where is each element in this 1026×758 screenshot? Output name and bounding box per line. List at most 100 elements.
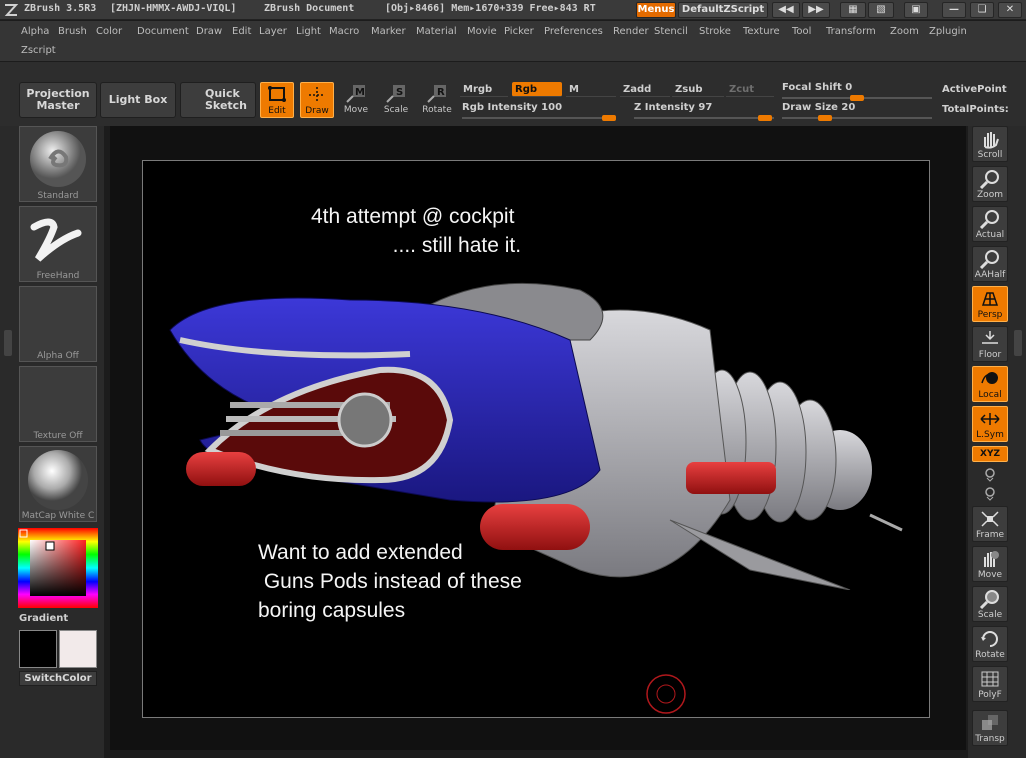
switch-color-button[interactable]: SwitchColor [19, 671, 97, 686]
primary-color-swatch[interactable] [19, 630, 57, 668]
lsym-button[interactable]: L.Sym [972, 406, 1008, 442]
light-box-button[interactable]: Light Box [100, 82, 176, 118]
texture-selector[interactable]: Texture Off [19, 366, 97, 442]
zadd-toggle[interactable]: Zadd [620, 82, 670, 97]
menu-light[interactable]: Light [295, 23, 322, 41]
persp-button[interactable]: Persp [972, 286, 1008, 322]
move-mode-button[interactable]: M Move [339, 82, 373, 118]
menu-tool[interactable]: Tool [791, 23, 812, 41]
floor-button[interactable]: Floor [972, 326, 1008, 362]
frame-button[interactable]: Frame [972, 506, 1008, 542]
menu-movie[interactable]: Movie [466, 23, 498, 41]
menu-layer[interactable]: Layer [258, 23, 288, 41]
layout-icon[interactable]: ▦ [840, 2, 866, 18]
zoom-button[interactable]: Zoom [972, 166, 1008, 202]
scale-mode-button[interactable]: S Scale [379, 82, 413, 118]
rotate-mode-button[interactable]: R Rotate [420, 82, 454, 118]
m-toggle[interactable]: M [566, 82, 616, 97]
gradient-toggle[interactable]: Gradient [19, 613, 68, 624]
minimize-icon[interactable]: — [942, 2, 966, 18]
rgb-intensity-slider[interactable]: Rgb Intensity 100 [462, 101, 616, 121]
rotate-hand-icon [981, 631, 998, 647]
rotation-axis-icons[interactable] [982, 465, 998, 501]
scale-view-button[interactable]: Scale [972, 586, 1008, 622]
menu-alpha[interactable]: Alpha [20, 23, 50, 41]
local-button[interactable]: Local [972, 366, 1008, 402]
z-intensity-slider[interactable]: Z Intensity 97 [634, 101, 774, 121]
rewind-icon[interactable]: ◀◀ [772, 2, 800, 18]
draw-size-knob[interactable] [818, 115, 832, 121]
menu-stroke[interactable]: Stroke [698, 23, 732, 41]
menu-color[interactable]: Color [95, 23, 123, 41]
forward-icon[interactable]: ▶▶ [802, 2, 830, 18]
brush-name: Standard [37, 191, 79, 201]
draw-icon [309, 87, 325, 103]
hand-icon [984, 132, 999, 149]
menu-render[interactable]: Render [612, 23, 650, 41]
magnifier-plus-icon [979, 170, 999, 189]
move-hand-icon [984, 551, 999, 567]
menu-zplugin[interactable]: Zplugin [928, 23, 968, 41]
menu-draw[interactable]: Draw [195, 23, 223, 41]
right-tray-handle[interactable] [1014, 330, 1022, 356]
rgb-intensity-label: Rgb Intensity 100 [462, 102, 563, 113]
rgb-intensity-knob[interactable] [602, 115, 616, 121]
menu-transform[interactable]: Transform [825, 23, 877, 41]
aahalf-button[interactable]: AAHalf [972, 246, 1008, 282]
mrgb-toggle[interactable]: Mrgb [460, 82, 508, 97]
rgb-toggle[interactable]: Rgb [512, 82, 562, 97]
menu-document[interactable]: Document [136, 23, 190, 41]
draw-size-slider[interactable]: Draw Size 20 [782, 101, 932, 121]
rotate-view-button[interactable]: Rotate [972, 626, 1008, 662]
menu-marker[interactable]: Marker [370, 23, 407, 41]
color-picker[interactable] [18, 528, 98, 608]
menu-picker[interactable]: Picker [503, 23, 535, 41]
secondary-color-swatch[interactable] [59, 630, 97, 668]
menu-edit[interactable]: Edit [231, 23, 252, 41]
memory-stats: [Obj▸8466] Mem▸1670+339 Free▸843 RT [385, 3, 596, 14]
menu-zoom[interactable]: Zoom [889, 23, 920, 41]
menu-material[interactable]: Material [415, 23, 458, 41]
menu-texture[interactable]: Texture [742, 23, 781, 41]
menu-brush[interactable]: Brush [57, 23, 88, 41]
stroke-selector[interactable]: FreeHand [19, 206, 97, 282]
focal-shift-slider[interactable]: Focal Shift 0 [782, 81, 932, 101]
edit-icon [268, 86, 286, 102]
edit-mode-button[interactable]: Edit [260, 82, 294, 118]
move-icon: M [346, 85, 365, 103]
menus-button[interactable]: Menus [636, 2, 676, 18]
xyz-button[interactable]: XYZ [972, 446, 1008, 462]
left-tray-handle[interactable] [4, 330, 12, 356]
scale-label: Scale [383, 105, 409, 115]
close-icon[interactable]: ✕ [998, 2, 1022, 18]
quick-sketch-button[interactable]: Quick Sketch [180, 82, 256, 118]
restore-icon[interactable]: ❏ [970, 2, 994, 18]
material-selector[interactable]: MatCap White C [19, 446, 97, 522]
zcut-toggle[interactable]: Zcut [726, 82, 774, 97]
z-intensity-knob[interactable] [758, 115, 772, 121]
draw-mode-button[interactable]: Draw [300, 82, 334, 118]
svg-text:S: S [396, 87, 403, 98]
alpha-selector[interactable]: Alpha Off [19, 286, 97, 362]
layout-alt-icon[interactable]: ▧ [868, 2, 894, 18]
projection-master-button[interactable]: Projection Master [19, 82, 97, 118]
zsub-toggle[interactable]: Zsub [672, 82, 724, 97]
scroll-button[interactable]: Scroll [972, 126, 1008, 162]
default-zscript-button[interactable]: DefaultZScript [678, 2, 768, 18]
brush-selector[interactable]: Standard [19, 126, 97, 202]
polyframe-button[interactable]: PolyF [972, 666, 1008, 702]
menu-stencil[interactable]: Stencil [653, 23, 689, 41]
texture-name: Texture Off [33, 431, 83, 441]
menu-macro[interactable]: Macro [328, 23, 360, 41]
menu-zscript[interactable]: Zscript [20, 42, 57, 60]
menu-bar: Alpha Brush Color Document Draw Edit Lay… [0, 21, 1026, 61]
transp-button[interactable]: Transp [972, 710, 1008, 746]
tail-fin [669, 519, 851, 590]
svg-text:R: R [437, 87, 445, 98]
scale-magnifier-icon [979, 590, 999, 609]
actual-button[interactable]: Actual [972, 206, 1008, 242]
lock-icon[interactable]: ▣ [904, 2, 928, 18]
move-view-button[interactable]: Move [972, 546, 1008, 582]
menu-preferences[interactable]: Preferences [543, 23, 604, 41]
focal-shift-label: Focal Shift 0 [782, 82, 853, 93]
